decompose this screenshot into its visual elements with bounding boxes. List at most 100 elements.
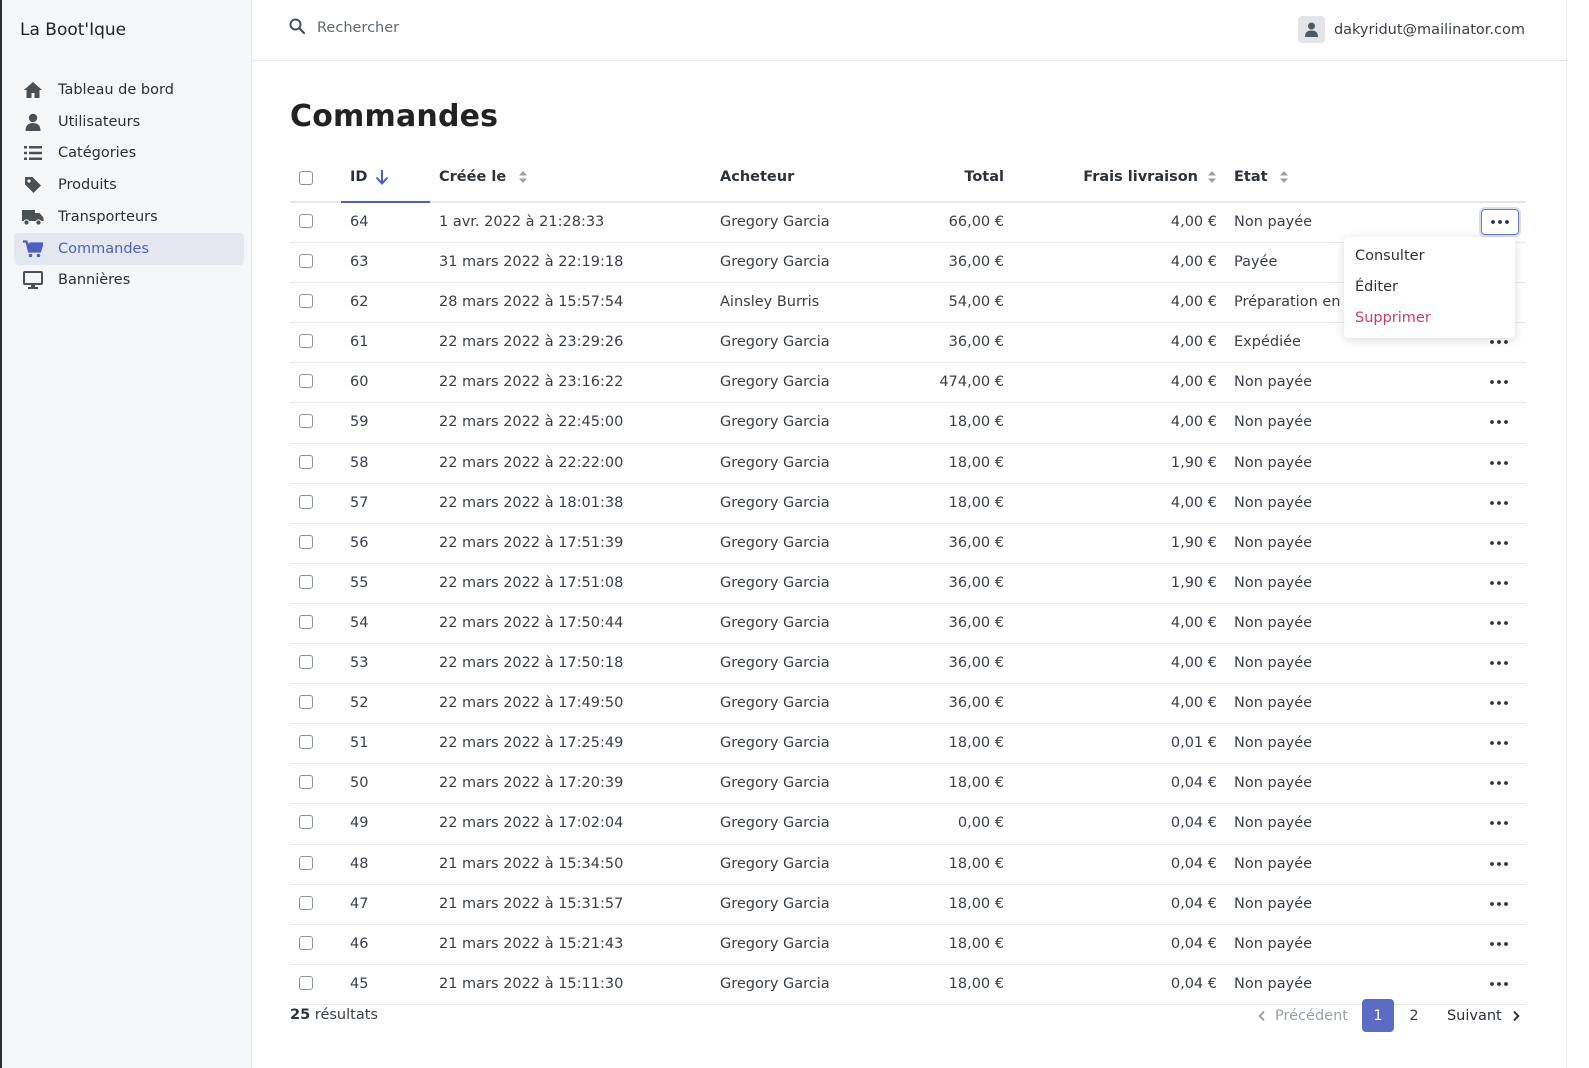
brand-logo[interactable]: La Boot'Ique — [20, 20, 126, 40]
table-row[interactable]: 64 1 avr. 2022 à 21:28:33 Gregory Garcia 66… — [290, 203, 1526, 244]
cell-created: 31 mars 2022 à 22:19:18 — [439, 254, 624, 271]
menu-item-consult[interactable]: Consulter — [1344, 243, 1515, 274]
row-actions-button[interactable] — [1481, 452, 1517, 474]
cell-state: Non payée — [1234, 695, 1313, 712]
menu-item-delete[interactable]: Supprimer — [1344, 305, 1515, 336]
row-actions-button[interactable] — [1481, 532, 1517, 554]
page-title: Commandes — [290, 99, 499, 134]
row-checkbox[interactable] — [299, 334, 313, 349]
row-checkbox[interactable] — [299, 534, 313, 549]
row-checkbox[interactable] — [299, 614, 313, 629]
sidebar-item-transporteurs[interactable]: Transporteurs — [14, 201, 244, 233]
row-checkbox[interactable] — [299, 855, 313, 870]
table-row[interactable]: 50 22 mars 2022 à 17:20:39 Gregory Garcia 1… — [290, 764, 1526, 805]
row-checkbox[interactable] — [299, 374, 313, 389]
cell-buyer: Gregory Garcia — [720, 855, 830, 872]
table-row[interactable]: 46 21 mars 2022 à 15:21:43 Gregory Garcia 1… — [290, 925, 1526, 965]
table-row[interactable]: 52 22 mars 2022 à 17:49:50 Gregory Garcia 3… — [290, 684, 1526, 725]
page-1-button[interactable]: 1 — [1361, 999, 1394, 1032]
row-actions-button[interactable] — [1481, 492, 1517, 514]
row-actions-button[interactable] — [1481, 933, 1517, 955]
row-actions-button[interactable] — [1481, 371, 1517, 393]
row-actions-button[interactable] — [1481, 209, 1519, 235]
row-checkbox[interactable] — [299, 254, 313, 269]
row-actions-button[interactable] — [1481, 612, 1517, 634]
cell-shipping: 0,04 € — [1170, 935, 1217, 952]
table-row[interactable]: 61 22 mars 2022 à 23:29:26 Gregory Garcia 3… — [290, 323, 1526, 364]
row-checkbox[interactable] — [299, 775, 313, 790]
row-actions-button[interactable] — [1481, 893, 1517, 915]
row-checkbox[interactable] — [299, 574, 313, 589]
table-row[interactable]: 54 22 mars 2022 à 17:50:44 Gregory Garcia 3… — [290, 604, 1526, 645]
sidebar-item-bannieres[interactable]: Bannières — [14, 264, 244, 296]
row-actions-button[interactable] — [1481, 812, 1517, 834]
sidebar-item-categories[interactable]: Catégories — [14, 137, 244, 169]
ellipsis-icon — [1490, 580, 1508, 585]
row-checkbox[interactable] — [299, 975, 313, 990]
row-checkbox[interactable] — [299, 935, 313, 950]
select-all-checkbox[interactable] — [299, 171, 313, 185]
column-header-label: Total — [964, 169, 1004, 185]
table-row[interactable]: 62 28 mars 2022 à 15:57:54 Ainsley Burris 5… — [290, 283, 1526, 324]
column-header-id[interactable]: ID — [350, 169, 389, 185]
cell-shipping: 4,00 € — [1170, 655, 1217, 672]
sidebar-item-utilisateurs[interactable]: Utilisateurs — [14, 106, 244, 138]
row-checkbox[interactable] — [299, 214, 313, 228]
table-row[interactable]: 63 31 mars 2022 à 22:19:18 Gregory Garcia 3… — [290, 243, 1526, 284]
ellipsis-icon — [1490, 460, 1508, 465]
column-header-state[interactable]: Etat — [1234, 169, 1289, 185]
column-header-shipping[interactable]: Frais livraison — [1083, 169, 1217, 185]
cell-total: 66,00 € — [948, 214, 1004, 230]
row-checkbox[interactable] — [299, 494, 313, 509]
cell-id: 63 — [350, 254, 369, 271]
row-checkbox[interactable] — [299, 454, 313, 469]
row-checkbox[interactable] — [299, 655, 313, 670]
table-row[interactable]: 60 22 mars 2022 à 23:16:22 Gregory Garcia 4… — [290, 363, 1526, 404]
row-checkbox[interactable] — [299, 695, 313, 710]
column-header-label: Etat — [1234, 169, 1268, 185]
menu-item-edit[interactable]: Éditer — [1344, 274, 1515, 305]
table-row[interactable]: 57 22 mars 2022 à 18:01:38 Gregory Garcia 1… — [290, 484, 1526, 524]
row-actions-button[interactable] — [1481, 572, 1517, 594]
scrollbar[interactable] — [1566, 0, 1589, 1068]
row-actions-button[interactable] — [1481, 772, 1517, 794]
cell-created: 1 avr. 2022 à 21:28:33 — [439, 214, 605, 230]
cell-buyer: Gregory Garcia — [720, 574, 830, 591]
search-input[interactable] — [315, 19, 619, 37]
row-actions-button[interactable] — [1481, 853, 1517, 875]
table-row[interactable]: 49 22 mars 2022 à 17:02:04 Gregory Garcia 0… — [290, 804, 1526, 845]
cell-buyer: Gregory Garcia — [720, 454, 830, 471]
sort-icon — [1279, 170, 1289, 184]
row-checkbox[interactable] — [299, 815, 313, 830]
sidebar-item-commandes[interactable]: Commandes — [14, 232, 244, 265]
row-actions-button[interactable] — [1481, 732, 1517, 754]
row-checkbox[interactable] — [299, 294, 313, 309]
table-row[interactable]: 59 22 mars 2022 à 22:45:00 Gregory Garcia 1… — [290, 403, 1526, 444]
user-icon — [22, 112, 44, 132]
table-row[interactable]: 58 22 mars 2022 à 22:22:00 Gregory Garcia 1… — [290, 444, 1526, 484]
page-2-button[interactable]: 2 — [1398, 999, 1430, 1032]
row-checkbox[interactable] — [299, 735, 313, 750]
table-row[interactable]: 55 22 mars 2022 à 17:51:08 Gregory Garcia 3… — [290, 564, 1526, 604]
cell-id: 47 — [350, 895, 369, 912]
sidebar-item-produits[interactable]: Produits — [14, 169, 244, 201]
cell-state: Non payée — [1234, 454, 1313, 471]
next-page-button[interactable]: Suivant — [1447, 1008, 1520, 1024]
table-row[interactable]: 53 22 mars 2022 à 17:50:18 Gregory Garcia 3… — [290, 644, 1526, 685]
row-actions-button[interactable] — [1481, 652, 1517, 674]
row-checkbox[interactable] — [299, 895, 313, 910]
row-actions-button[interactable] — [1481, 411, 1517, 433]
cell-buyer: Ainsley Burris — [720, 294, 820, 311]
table-row[interactable]: 47 21 mars 2022 à 15:31:57 Gregory Garcia 1… — [290, 885, 1526, 925]
previous-page-button[interactable]: Précédent — [1258, 1008, 1348, 1024]
row-actions-button[interactable] — [1481, 973, 1517, 995]
user-menu[interactable]: dakyridut@mailinator.com — [1297, 16, 1525, 43]
table-row[interactable]: 56 22 mars 2022 à 17:51:39 Gregory Garcia 3… — [290, 524, 1526, 564]
table-row[interactable]: 51 22 mars 2022 à 17:25:49 Gregory Garcia 1… — [290, 724, 1526, 765]
row-actions-button[interactable] — [1481, 692, 1517, 714]
sidebar-item-tableau-de-bord[interactable]: Tableau de bord — [14, 74, 244, 106]
row-checkbox[interactable] — [299, 414, 313, 429]
table-row[interactable]: 48 21 mars 2022 à 15:34:50 Gregory Garcia 1… — [290, 845, 1526, 885]
column-header-created[interactable]: Créée le — [439, 169, 528, 185]
cell-shipping: 0,04 € — [1170, 855, 1217, 872]
